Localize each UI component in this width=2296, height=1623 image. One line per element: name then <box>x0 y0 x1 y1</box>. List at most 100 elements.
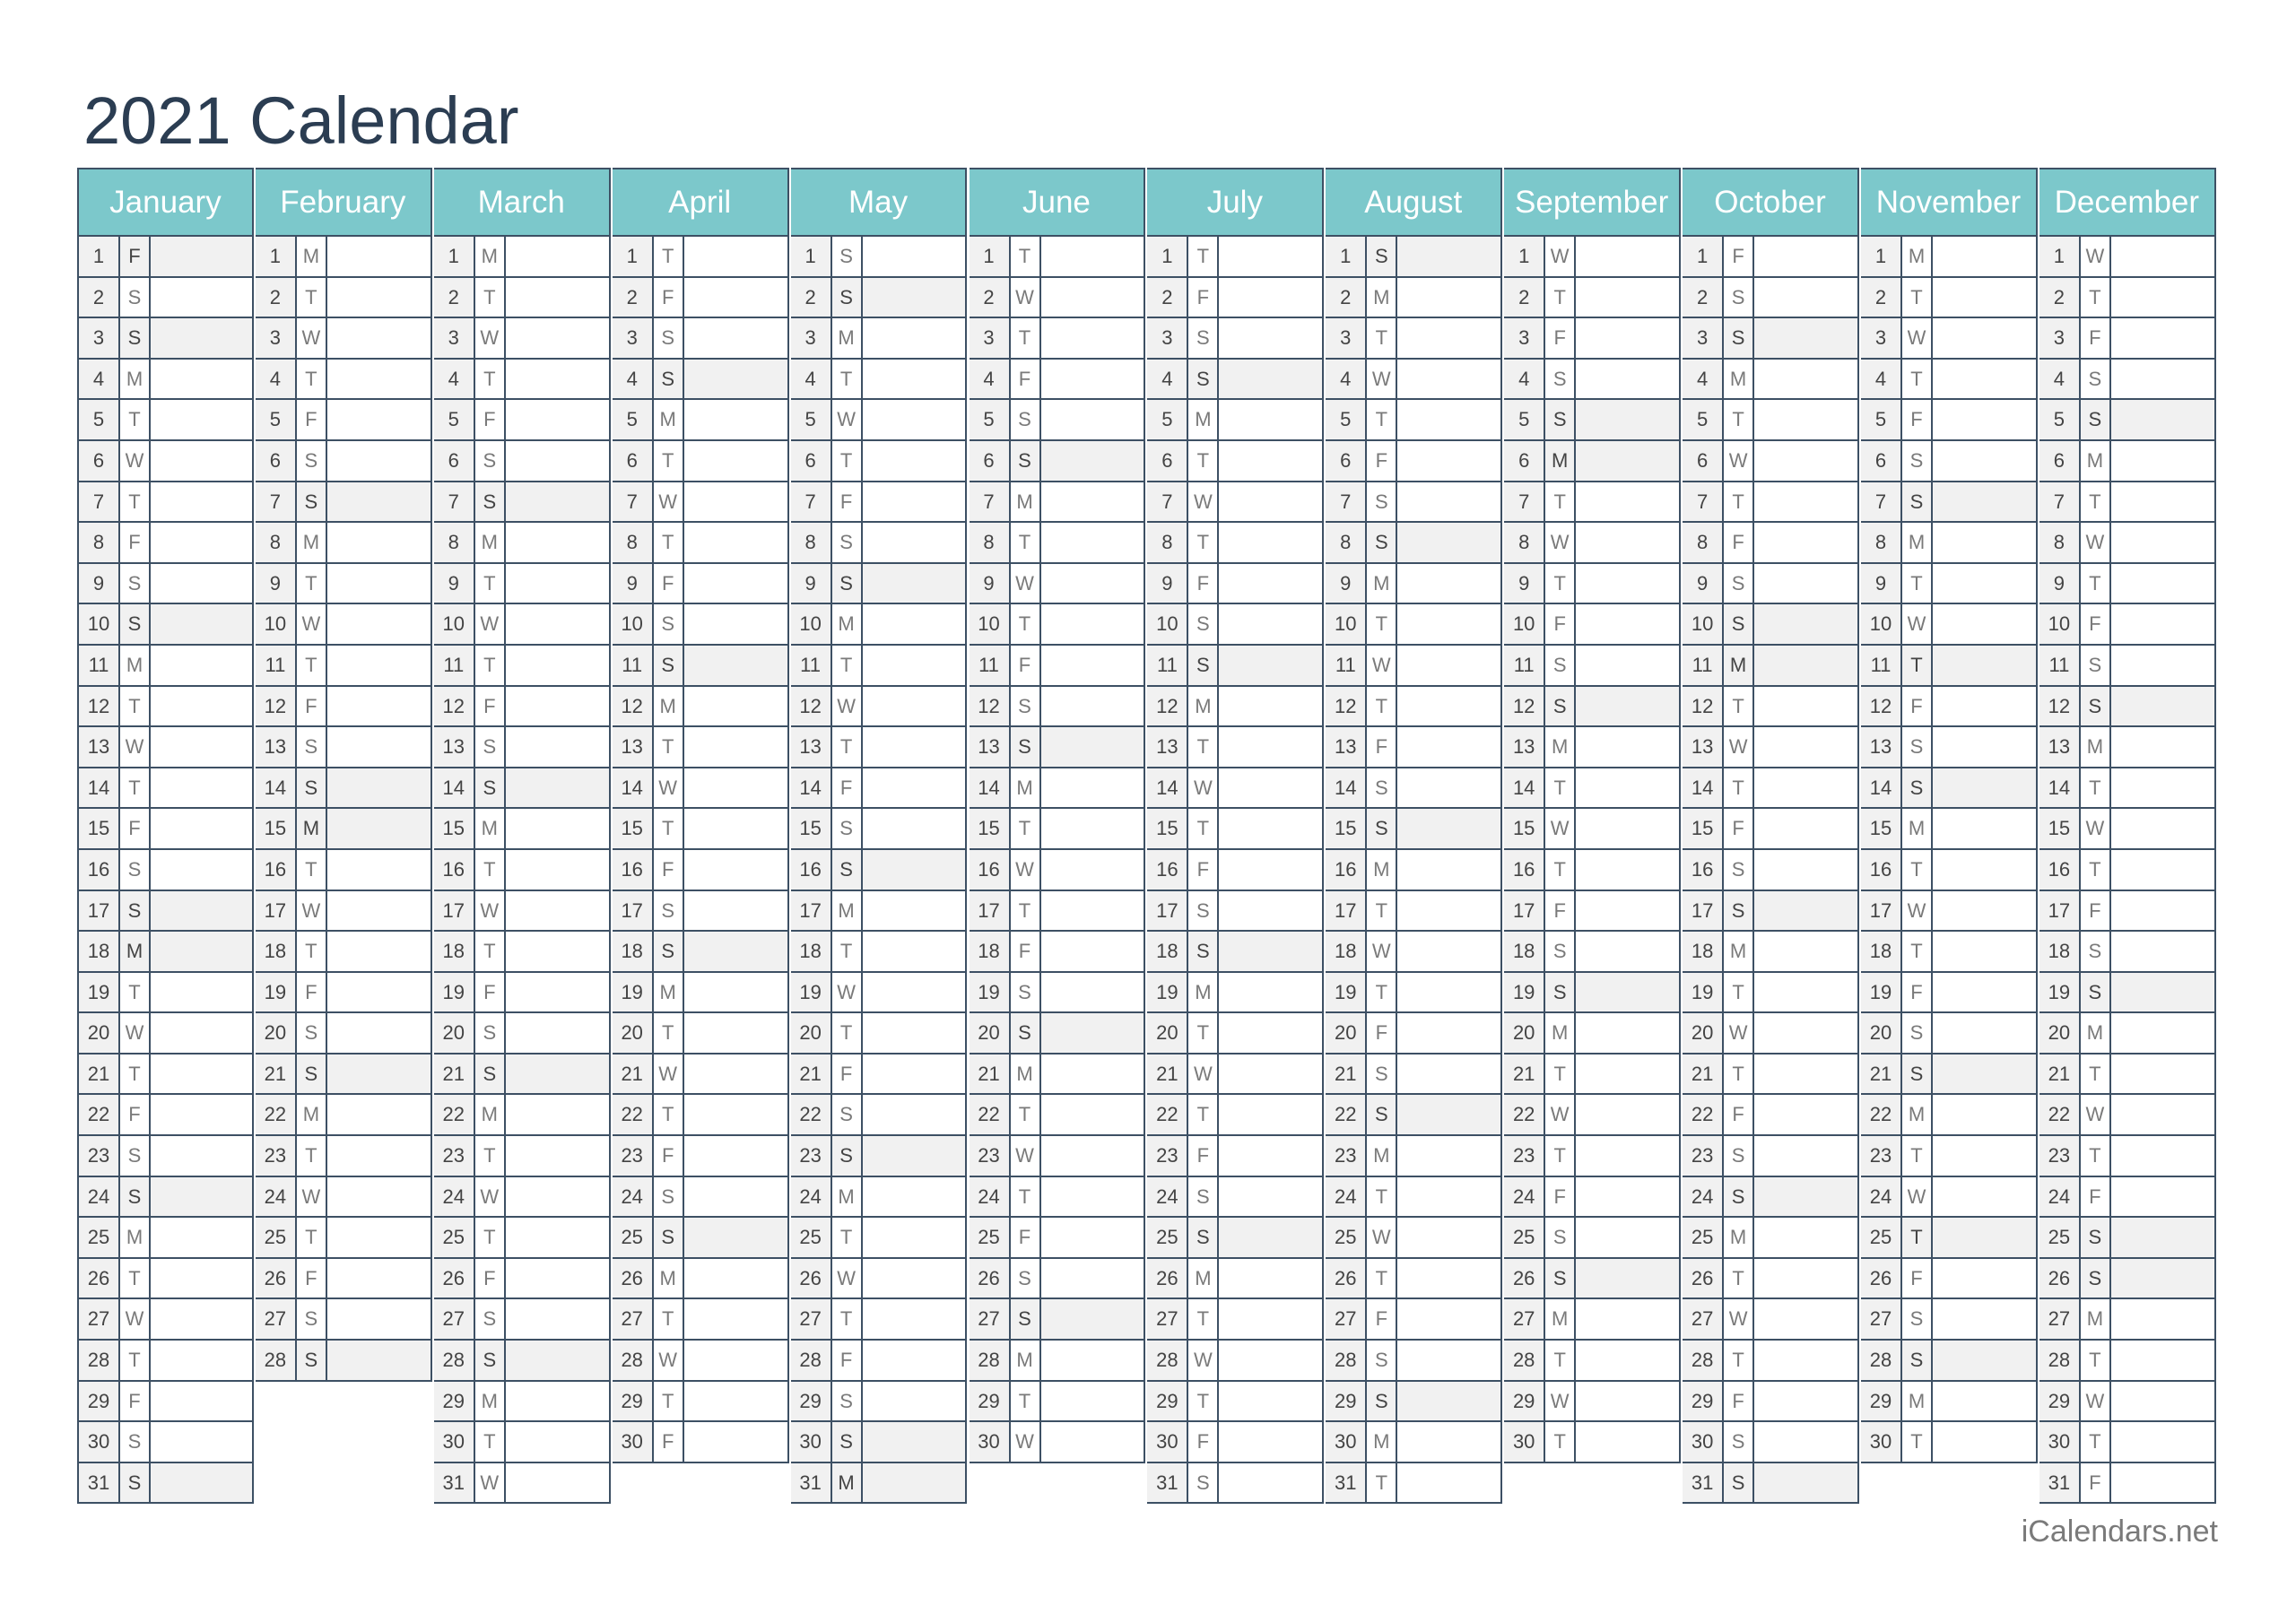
day-row[interactable]: 5S <box>1504 400 1682 441</box>
day-row[interactable]: 1S <box>790 237 968 278</box>
day-row[interactable]: 17 T <box>969 890 1146 933</box>
day-note-field[interactable] <box>1754 1013 1857 1053</box>
day-row[interactable]: 9F <box>612 563 789 605</box>
day-row[interactable]: 18 T <box>433 932 611 973</box>
day-note-field[interactable] <box>151 768 252 808</box>
day-row[interactable]: 13 S <box>433 727 611 768</box>
day-row[interactable]: 4T <box>255 359 432 401</box>
day-row[interactable]: 25 T <box>790 1218 968 1259</box>
day-row[interactable]: 18 W <box>1326 932 1503 973</box>
day-row[interactable]: 12 T <box>1683 686 1859 728</box>
day-note-field[interactable] <box>2110 932 2214 971</box>
day-note-field[interactable] <box>326 1176 430 1217</box>
day-note-field[interactable] <box>862 686 966 726</box>
day-row[interactable]: 16 T <box>1861 849 2038 891</box>
day-row[interactable]: 19 T <box>1326 972 1503 1014</box>
day-row[interactable]: 22 T <box>969 1095 1146 1137</box>
day-note-field[interactable] <box>1219 563 1323 603</box>
day-row[interactable]: 12 W <box>790 686 968 728</box>
day-row[interactable]: 16 T <box>2039 849 2216 891</box>
day-note-field[interactable] <box>1576 686 1680 726</box>
day-row[interactable]: 16 W <box>969 849 1146 891</box>
day-note-field[interactable] <box>683 1176 787 1217</box>
day-note-field[interactable] <box>862 318 966 358</box>
day-note-field[interactable] <box>1219 768 1323 808</box>
day-row[interactable]: 4M <box>1683 359 1859 401</box>
day-note-field[interactable] <box>862 645 966 685</box>
day-row[interactable]: 26 W <box>790 1258 968 1300</box>
day-row[interactable]: 10 S <box>1147 604 1325 646</box>
day-note-field[interactable] <box>1397 1013 1501 1053</box>
day-row[interactable]: 7T <box>1504 482 1682 524</box>
day-row[interactable]: 14 S <box>255 768 432 810</box>
day-note-field[interactable] <box>683 932 787 971</box>
day-row[interactable]: 26 S <box>969 1258 1146 1300</box>
day-row[interactable]: 13 F <box>1326 727 1503 768</box>
day-row[interactable]: 2F <box>1147 277 1325 319</box>
day-note-field[interactable] <box>1219 645 1323 685</box>
day-row[interactable]: 25 T <box>433 1218 611 1259</box>
day-note-field[interactable] <box>505 1381 609 1421</box>
day-row[interactable]: 5F <box>255 400 432 441</box>
day-row[interactable]: 9T <box>1861 563 2038 605</box>
day-note-field[interactable] <box>1219 1176 1323 1217</box>
day-row[interactable]: 1T <box>1147 237 1325 278</box>
day-note-field[interactable] <box>2110 1381 2214 1421</box>
day-note-field[interactable] <box>1397 1095 1501 1135</box>
day-note-field[interactable] <box>1219 809 1323 848</box>
day-row[interactable]: 25 M <box>77 1218 254 1259</box>
day-note-field[interactable] <box>2110 604 2214 644</box>
day-note-field[interactable] <box>1754 645 1857 685</box>
day-row[interactable]: 14 W <box>612 768 789 810</box>
day-note-field[interactable] <box>862 1013 966 1053</box>
day-row[interactable]: 29 M <box>1861 1381 2038 1423</box>
day-row[interactable]: 7S <box>433 482 611 524</box>
day-note-field[interactable] <box>1754 809 1857 848</box>
day-row[interactable]: 12 S <box>969 686 1146 728</box>
day-note-field[interactable] <box>2110 1258 2214 1298</box>
day-row[interactable]: 30 T <box>433 1422 611 1463</box>
day-note-field[interactable] <box>1219 1341 1323 1380</box>
day-note-field[interactable] <box>683 277 787 317</box>
day-note-field[interactable] <box>862 890 966 931</box>
day-note-field[interactable] <box>1040 1176 1144 1217</box>
day-row[interactable]: 19 S <box>969 972 1146 1014</box>
day-note-field[interactable] <box>862 1299 966 1340</box>
day-note-field[interactable] <box>2110 686 2214 726</box>
day-row[interactable]: 19 F <box>255 972 432 1014</box>
day-note-field[interactable] <box>1576 1013 1680 1053</box>
day-note-field[interactable] <box>505 482 609 522</box>
day-note-field[interactable] <box>683 482 787 522</box>
day-row[interactable]: 9T <box>2039 563 2216 605</box>
day-note-field[interactable] <box>1219 359 1323 399</box>
day-row[interactable]: 3T <box>1326 318 1503 360</box>
day-row[interactable]: 13 W <box>77 727 254 768</box>
day-row[interactable]: 4S <box>612 359 789 401</box>
day-row[interactable]: 24 S <box>1147 1176 1325 1219</box>
day-row[interactable]: 9M <box>1326 563 1503 605</box>
day-row[interactable]: 1W <box>1504 237 1682 278</box>
day-note-field[interactable] <box>1040 1422 1144 1462</box>
day-note-field[interactable] <box>1576 809 1680 848</box>
day-note-field[interactable] <box>1754 1095 1857 1135</box>
day-row[interactable]: 8W <box>2039 523 2216 564</box>
day-row[interactable]: 3T <box>969 318 1146 360</box>
day-note-field[interactable] <box>1397 1258 1501 1298</box>
day-row[interactable]: 7M <box>969 482 1146 524</box>
day-row[interactable]: 10 S <box>612 604 789 646</box>
day-note-field[interactable] <box>1933 359 2036 399</box>
day-row[interactable]: 15 S <box>790 809 968 850</box>
day-row[interactable]: 24 S <box>1683 1176 1859 1219</box>
day-note-field[interactable] <box>505 1258 609 1298</box>
day-note-field[interactable] <box>151 890 252 931</box>
day-note-field[interactable] <box>326 400 430 439</box>
day-row[interactable]: 23 S <box>1683 1136 1859 1177</box>
day-note-field[interactable] <box>1576 1136 1680 1176</box>
day-note-field[interactable] <box>1040 972 1144 1012</box>
day-row[interactable]: 7S <box>1326 482 1503 524</box>
day-row[interactable]: 3W <box>433 318 611 360</box>
day-note-field[interactable] <box>1754 482 1857 522</box>
day-note-field[interactable] <box>1397 972 1501 1012</box>
day-note-field[interactable] <box>151 932 252 971</box>
day-row[interactable]: 21 T <box>1504 1054 1682 1096</box>
